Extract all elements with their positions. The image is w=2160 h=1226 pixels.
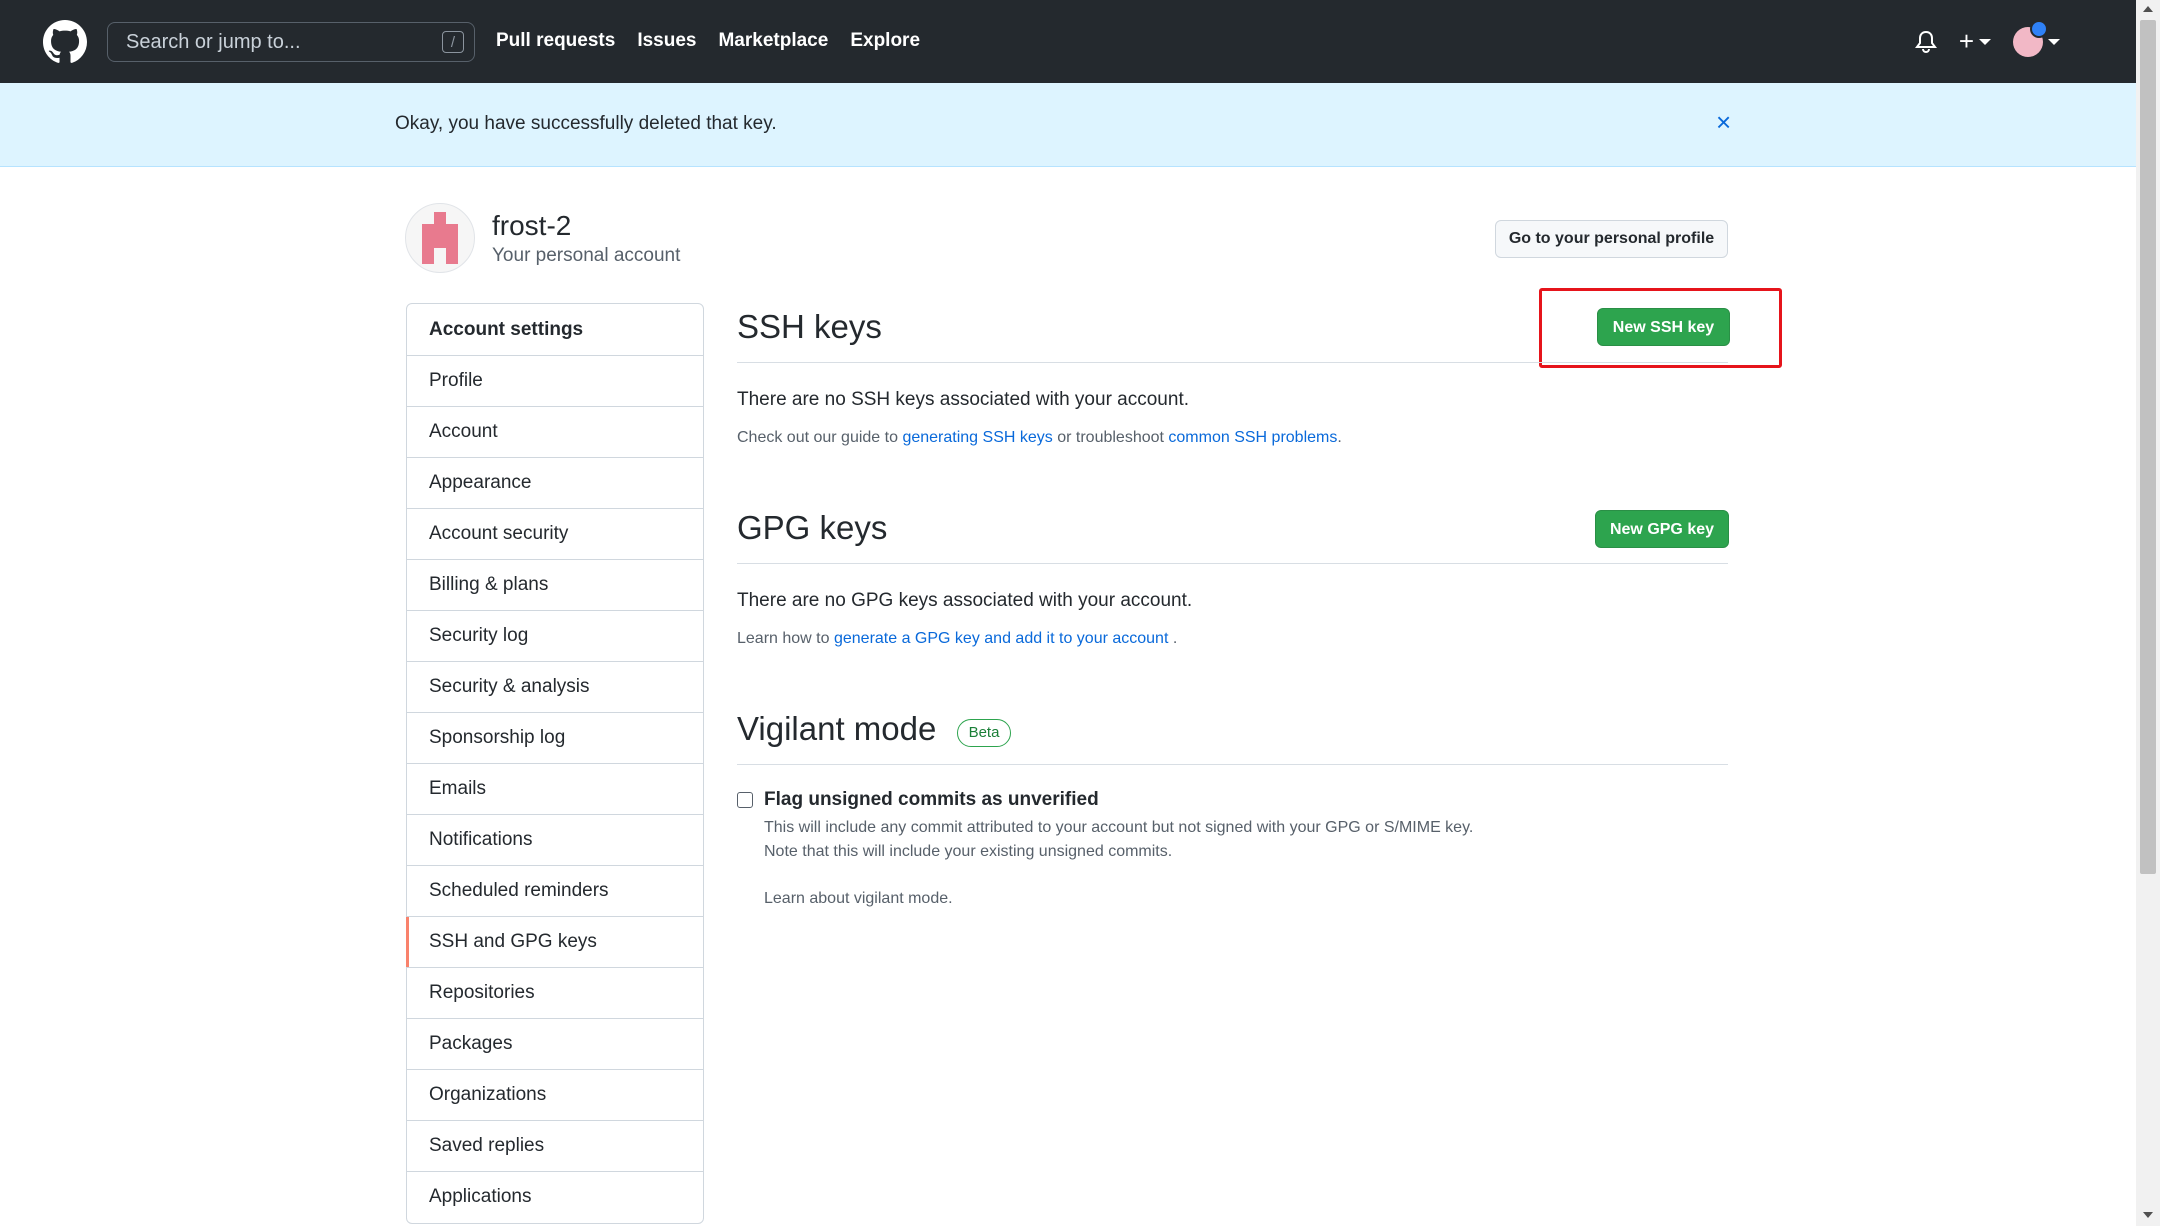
- sidebar-item-scheduled-reminders[interactable]: Scheduled reminders: [407, 866, 703, 917]
- divider: [737, 563, 1728, 564]
- annotation-highlight-box: [1539, 288, 1782, 368]
- sidebar-item-sponsorship-log[interactable]: Sponsorship log: [407, 713, 703, 764]
- divider: [737, 362, 1728, 363]
- notification-dot-icon: [2030, 19, 2048, 38]
- chevron-down-icon: [2048, 38, 2060, 45]
- sidebar-item-applications[interactable]: Applications: [407, 1172, 703, 1223]
- sidebar-item-repositories[interactable]: Repositories: [407, 968, 703, 1019]
- gpg-learn-suffix: .: [1172, 630, 1178, 647]
- nav-explore[interactable]: Explore: [850, 30, 920, 52]
- gpg-learn-text: Learn how to generate a GPG key and add …: [737, 630, 1177, 648]
- plus-icon: +: [1958, 26, 1974, 56]
- sidebar-item-emails[interactable]: Emails: [407, 764, 703, 815]
- common-ssh-problems-link[interactable]: common SSH problems: [1168, 429, 1337, 446]
- sidebar-item-appearance[interactable]: Appearance: [407, 458, 703, 509]
- github-logo-icon[interactable]: [43, 20, 87, 64]
- sidebar-item-saved-replies[interactable]: Saved replies: [407, 1121, 703, 1172]
- search-input[interactable]: [124, 29, 428, 55]
- flash-banner: Okay, you have successfully deleted that…: [0, 83, 2136, 167]
- account-username: frost-2: [492, 210, 572, 241]
- bell-icon[interactable]: [1914, 30, 1937, 54]
- create-new-dropdown[interactable]: +: [1959, 26, 1991, 57]
- new-gpg-key-button[interactable]: New GPG key: [1595, 510, 1729, 548]
- ssh-guide-middle: or troubleshoot: [1057, 429, 1164, 446]
- ssh-empty-message: There are no SSH keys associated with yo…: [737, 389, 1190, 410]
- sidebar-item-account-security[interactable]: Account security: [407, 509, 703, 560]
- sidebar-item-packages[interactable]: Packages: [407, 1019, 703, 1070]
- ssh-guide-text: Check out our guide to generating SSH ke…: [737, 429, 1342, 447]
- ssh-guide-prefix: Check out our guide to: [737, 429, 898, 446]
- search-shortcut-key: /: [442, 31, 464, 53]
- flash-message: Okay, you have successfully deleted that…: [395, 113, 777, 134]
- user-menu-dropdown[interactable]: [2013, 19, 2060, 57]
- go-to-profile-button[interactable]: Go to your personal profile: [1495, 220, 1728, 258]
- chevron-down-icon: [1979, 38, 1991, 45]
- scroll-down-icon[interactable]: [2143, 1212, 2153, 1218]
- vigilant-note-line2: Note that this will include your existin…: [764, 843, 1173, 860]
- divider: [737, 764, 1728, 765]
- vigilant-mode-title: Vigilant mode: [737, 710, 937, 747]
- learn-vigilant-mode-link[interactable]: Learn about vigilant mode.: [764, 890, 953, 908]
- search-box[interactable]: /: [107, 22, 475, 62]
- sidebar-item-security-log[interactable]: Security log: [407, 611, 703, 662]
- sidebar-item-ssh-gpg-keys[interactable]: SSH and GPG keys: [406, 917, 703, 968]
- gpg-keys-title: GPG keys: [737, 509, 888, 546]
- flag-unsigned-commits-checkbox[interactable]: [737, 792, 753, 808]
- sidebar-item-profile[interactable]: Profile: [407, 356, 703, 407]
- sidebar-item-organizations[interactable]: Organizations: [407, 1070, 703, 1121]
- top-navigation: / Pull requests Issues Marketplace Explo…: [0, 0, 2136, 83]
- scrollbar[interactable]: [2136, 0, 2160, 1226]
- profile-avatar: [405, 203, 475, 273]
- ssh-keys-title: SSH keys: [737, 308, 882, 345]
- gpg-empty-message: There are no GPG keys associated with yo…: [737, 590, 1193, 611]
- beta-badge: Beta: [957, 719, 1011, 747]
- global-nav: Pull requests Issues Marketplace Explore: [496, 30, 920, 52]
- vigilant-note-line1: This will include any commit attributed …: [764, 819, 1474, 836]
- settings-sidebar: Account settings Profile Account Appeara…: [406, 303, 704, 1224]
- nav-marketplace[interactable]: Marketplace: [718, 30, 828, 52]
- header-actions: +: [1914, 19, 2060, 57]
- flag-unsigned-commits-label[interactable]: Flag unsigned commits as unverified: [764, 789, 1099, 811]
- scroll-up-icon[interactable]: [2143, 6, 2153, 12]
- scrollbar-thumb[interactable]: [2140, 20, 2156, 874]
- nav-issues[interactable]: Issues: [637, 30, 696, 52]
- identicon-icon: [422, 212, 458, 264]
- account-subtitle: Your personal account: [492, 245, 681, 266]
- gpg-learn-prefix: Learn how to: [737, 630, 830, 647]
- sidebar-item-account[interactable]: Account: [407, 407, 703, 458]
- ssh-guide-suffix: .: [1337, 429, 1342, 446]
- avatar: [2013, 19, 2048, 57]
- sidebar-heading: Account settings: [407, 304, 703, 356]
- generating-ssh-keys-link[interactable]: generating SSH keys: [902, 429, 1052, 446]
- generate-gpg-key-link[interactable]: generate a GPG key and add it to your ac…: [834, 630, 1168, 647]
- close-icon[interactable]: ×: [1716, 107, 1731, 138]
- nav-pull-requests[interactable]: Pull requests: [496, 30, 615, 52]
- sidebar-item-notifications[interactable]: Notifications: [407, 815, 703, 866]
- sidebar-item-billing[interactable]: Billing & plans: [407, 560, 703, 611]
- sidebar-item-security-analysis[interactable]: Security & analysis: [407, 662, 703, 713]
